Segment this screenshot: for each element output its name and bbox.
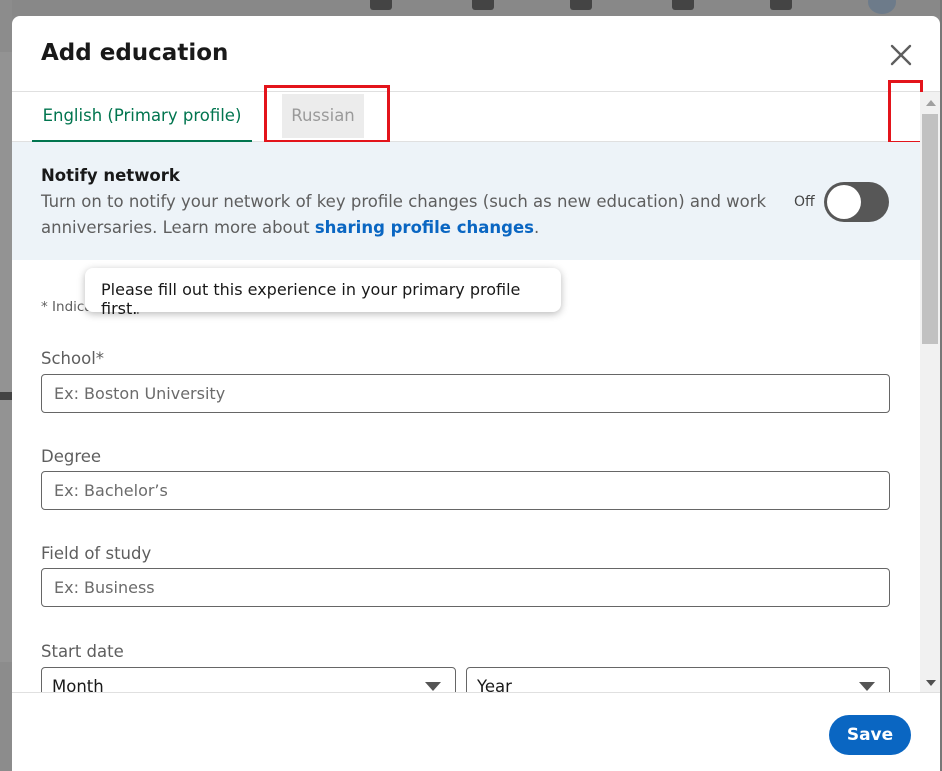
scroll-down-arrow-icon[interactable] bbox=[926, 680, 936, 686]
start-month-select[interactable]: Month bbox=[41, 667, 456, 692]
background-left-panel bbox=[0, 52, 12, 662]
notifications-icon bbox=[770, 0, 792, 10]
chevron-down-icon bbox=[425, 682, 441, 691]
field-of-study-input[interactable] bbox=[41, 568, 890, 607]
start-year-select[interactable]: Year bbox=[466, 667, 890, 692]
primary-profile-tooltip: Please fill out this experience in your … bbox=[85, 268, 561, 318]
notify-text-after: . bbox=[533, 218, 540, 237]
school-input[interactable] bbox=[41, 374, 890, 413]
avatar bbox=[868, 0, 896, 14]
save-button[interactable]: Save bbox=[829, 715, 911, 755]
tab-english-primary[interactable]: English (Primary profile) bbox=[32, 92, 252, 142]
home-icon bbox=[370, 0, 392, 10]
scroll-up-arrow-icon[interactable] bbox=[926, 100, 936, 106]
degree-label: Degree bbox=[41, 447, 102, 466]
notify-network-banner: Notify network Turn on to notify your ne… bbox=[12, 142, 920, 260]
modal-header: Add education bbox=[12, 16, 940, 92]
messaging-icon bbox=[672, 0, 694, 10]
notify-network-toggle[interactable] bbox=[824, 182, 889, 222]
sharing-profile-changes-link[interactable]: sharing profile changes bbox=[315, 218, 534, 237]
modal-footer: Save bbox=[12, 692, 940, 771]
add-education-modal: Add education English (Primary profile) … bbox=[12, 16, 940, 771]
start-date-label: Start date bbox=[41, 642, 124, 661]
jobs-icon bbox=[570, 0, 592, 10]
close-button[interactable] bbox=[886, 40, 916, 70]
notify-description: Turn on to notify your network of key pr… bbox=[41, 189, 771, 241]
start-month-value: Month bbox=[52, 677, 104, 692]
modal-scrollbar[interactable] bbox=[920, 92, 940, 692]
school-label: School* bbox=[41, 349, 105, 368]
background-topbar bbox=[0, 0, 942, 16]
start-year-value: Year bbox=[477, 677, 512, 692]
field-of-study-label: Field of study bbox=[41, 544, 152, 563]
notify-title: Notify network bbox=[41, 166, 180, 185]
scrollbar-thumb[interactable] bbox=[922, 114, 938, 344]
network-icon bbox=[472, 0, 494, 10]
modal-title: Add education bbox=[41, 40, 229, 66]
background-left-bar bbox=[0, 392, 12, 400]
degree-input[interactable] bbox=[41, 471, 890, 510]
language-tabs: English (Primary profile) Russian bbox=[12, 80, 923, 208]
toggle-state-label: Off bbox=[794, 194, 815, 210]
tab-russian[interactable]: Russian bbox=[282, 94, 364, 138]
modal-scroll-content[interactable]: Notify network Turn on to notify your ne… bbox=[12, 142, 920, 692]
toggle-knob bbox=[827, 185, 861, 219]
chevron-down-icon bbox=[859, 682, 875, 691]
close-icon bbox=[890, 44, 912, 66]
